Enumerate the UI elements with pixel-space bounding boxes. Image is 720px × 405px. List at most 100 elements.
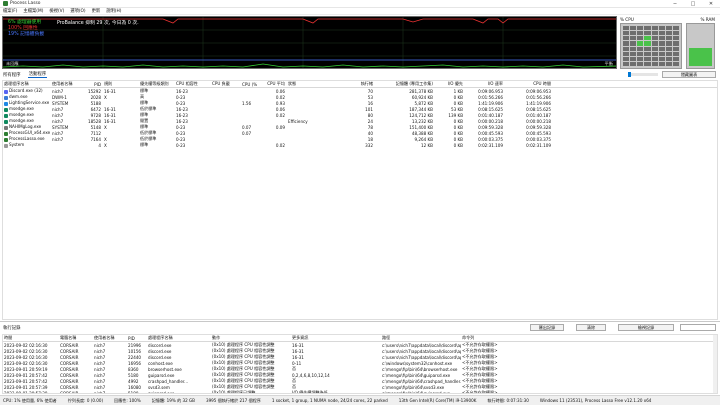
- slider-knob[interactable]: [628, 72, 631, 77]
- process-cell-iorate: 0:00:03.375: [478, 136, 503, 142]
- cpu-core-cell: [665, 61, 672, 66]
- log-col-action[interactable]: 動作: [211, 335, 291, 341]
- col-pid[interactable]: PID: [85, 82, 103, 87]
- minimize-button[interactable]: ─: [666, 0, 684, 8]
- col-affinity[interactable]: CPU 相容性: [175, 81, 211, 87]
- process-cell-io: 0 KB: [453, 136, 463, 142]
- process-cell-avg: 0.06: [275, 106, 285, 112]
- process-cell-mem: 13,232 KB: [411, 118, 433, 124]
- log-cell-path: c:\windows\system32\conhost.exe: [382, 360, 453, 366]
- cpu-core-cell: [630, 31, 637, 36]
- process-cell-mem: 281,378 KB: [409, 88, 433, 94]
- menu-main[interactable]: 主檔案(M): [23, 8, 43, 14]
- cpu-core-cell: [651, 56, 658, 61]
- log-col-cmdline[interactable]: 命令列: [461, 335, 521, 341]
- log-cell-path: c:\mengo\f\p\bin\64\guiparsd.exe: [382, 390, 451, 394]
- status-cpu-model: 13th Gen Intel(R) Core(TM) i9-13900K: [398, 398, 477, 403]
- hide-graph-button[interactable]: 隱藏圖表: [662, 71, 716, 78]
- process-cell-iorate: 0:02:31.109: [478, 142, 503, 148]
- col-io-priority[interactable]: I/O 優先: [435, 81, 465, 87]
- log-col-more-info[interactable]: 更多資訊: [291, 335, 381, 341]
- menu-help[interactable]: 說明(H): [106, 8, 121, 14]
- log-col-pid[interactable]: PID: [127, 336, 147, 341]
- col-priority[interactable]: 優先權等級類別: [139, 81, 175, 87]
- view-log-button[interactable]: 檢視記錄: [618, 324, 674, 331]
- cpu-core-cell: [637, 41, 644, 46]
- cpu-core-cell: [672, 46, 679, 51]
- maximize-button[interactable]: □: [684, 0, 702, 8]
- ram-meter-label: % RAM: [700, 16, 715, 22]
- status-cores: 1 socket, 1 group, 1 NUMA node, 24/24 co…: [271, 398, 388, 403]
- menu-file[interactable]: 檔案(F): [3, 8, 17, 14]
- cpu-core-cell: [623, 51, 630, 56]
- tab-all-processes[interactable]: 所有程序: [2, 72, 22, 78]
- menu-bar: 檔案(F) 主檔案(M) 檢視(V) 選項(O) 更新 說明(H): [0, 8, 720, 15]
- col-io-rate[interactable]: I/O 速率: [465, 81, 505, 87]
- log-scrollbar[interactable]: [713, 335, 717, 393]
- log-col-user[interactable]: 使用者名稱: [93, 335, 127, 341]
- log-cell-t: 2023-09-01 20:57:42: [4, 378, 48, 384]
- col-cpu-load[interactable]: CPU 負載: [211, 81, 241, 87]
- process-cell-aff: 0-23: [176, 100, 186, 106]
- graph-zoom-slider[interactable]: [628, 72, 658, 77]
- log-cell-t: 2023-09-02 02:16:30: [4, 354, 48, 360]
- ram-panel: [686, 23, 715, 69]
- process-cell-threads: 332: [365, 142, 373, 148]
- process-icon: [4, 144, 8, 148]
- export-log-button[interactable]: 匯出記錄: [530, 324, 564, 331]
- log-search-input[interactable]: [680, 324, 716, 331]
- process-cell-time: 0:09:59.328: [526, 124, 551, 130]
- col-status[interactable]: 狀態: [287, 81, 345, 87]
- cpu-core-grid: [623, 26, 679, 66]
- status-uptime: 執行時間: 0:07:31:30: [487, 397, 529, 403]
- process-name-text: NAHIMgLog.exe: [9, 124, 42, 129]
- log-row[interactable]: 2023-09-01 20:57:39 CORSAIR nich7 5180 guipa…: [3, 390, 717, 394]
- process-cell-avg: 0.02: [275, 94, 285, 100]
- col-process-name[interactable]: 處理程序名稱: [3, 81, 51, 87]
- log-col-time[interactable]: 時間: [3, 335, 59, 341]
- process-row[interactable]: System 4 X 標準 0-23 0.02 332 12 KB 0 KB 0:02:31.10…: [3, 142, 717, 148]
- process-cell-aff: 16-23: [176, 112, 188, 118]
- process-cell-cpul: 0.07: [242, 130, 252, 136]
- menu-options[interactable]: 選項(O): [70, 8, 85, 14]
- log-col-process[interactable]: 處理程序名稱: [147, 335, 211, 341]
- cpu-core-cell: [644, 36, 651, 41]
- menu-view[interactable]: 檢視(V): [49, 8, 64, 14]
- cpu-core-cell: [658, 56, 665, 61]
- col-threads[interactable]: 執行緒: [345, 81, 375, 87]
- menu-update[interactable]: 更新: [92, 8, 101, 14]
- process-cell-pid: 18528: [87, 118, 101, 124]
- cpu-core-cell: [665, 46, 672, 51]
- log-cell-n: discord.exe: [148, 348, 172, 354]
- process-cell-time: 0:01:40.187: [526, 112, 551, 118]
- cpu-core-cell: [672, 36, 679, 41]
- col-memory[interactable]: 記憶體 (專用工作集): [375, 81, 435, 87]
- status-os: Windows 11 (23531), Process Lasso Free v…: [539, 398, 652, 403]
- log-cell-p: 16956: [128, 360, 142, 366]
- col-cpu-percent[interactable]: CPU (%): [241, 82, 257, 87]
- process-cell-rule: X: [104, 124, 107, 130]
- col-rules[interactable]: 規則: [103, 81, 139, 87]
- tab-active-processes[interactable]: 活動程序: [27, 71, 48, 78]
- process-name-text: LightingService.exe: [9, 100, 50, 105]
- close-button[interactable]: ✕: [702, 0, 720, 8]
- log-col-host[interactable]: 電腦名稱: [59, 335, 93, 341]
- process-cell-user: DWM-1: [52, 94, 67, 100]
- cpu-core-cell: [637, 51, 644, 56]
- process-lasso-window: Process Lasso ─ □ ✕ 檔案(F) 主檔案(M) 檢視(V) 選…: [0, 0, 720, 405]
- cpu-core-cell: [630, 26, 637, 31]
- log-col-path[interactable]: 路徑: [381, 335, 461, 341]
- cpu-core-cell: [630, 36, 637, 41]
- log-cell-h: CORSAIR: [60, 348, 79, 354]
- process-cell-time: 0:08:15.625: [526, 106, 551, 112]
- col-cpu-time[interactable]: CPU 時間: [505, 81, 553, 87]
- process-cell-user: nich7: [52, 106, 64, 112]
- log-cell-n: browserhost.exe: [148, 366, 182, 372]
- process-cell-avg: 0.06: [275, 88, 285, 94]
- clear-log-button[interactable]: 清除: [576, 324, 606, 331]
- log-cell-u: nich7: [94, 372, 106, 378]
- log-toolbar: 執行記錄 匯出記錄 清除 檢視記錄: [0, 322, 720, 334]
- col-cpu-avg[interactable]: CPU 平均: [257, 81, 287, 87]
- process-cell-aff: 0-23: [176, 130, 186, 136]
- col-user[interactable]: 使用者名稱: [51, 81, 85, 87]
